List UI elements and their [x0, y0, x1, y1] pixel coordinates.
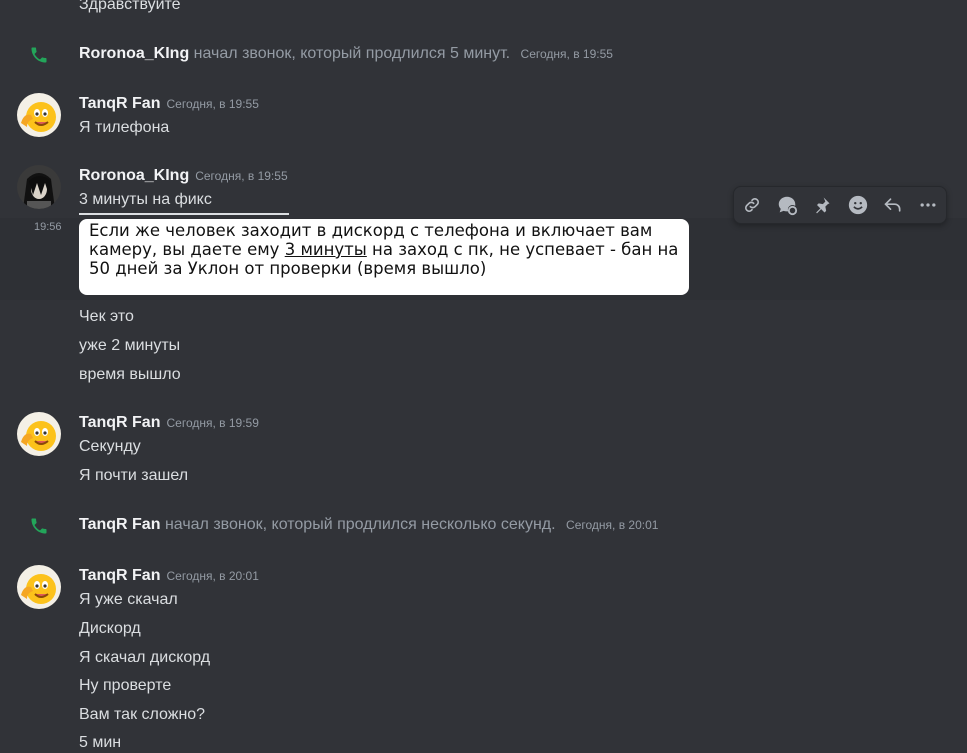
caption-underlined: 3 минуты [284, 240, 367, 259]
message-text: Здравствуйте [79, 0, 181, 13]
avatar[interactable] [17, 93, 61, 137]
call-author[interactable]: Roronoa_KIng [79, 45, 189, 62]
message-text: 3 минуты на фикс [79, 191, 212, 208]
reply-icon[interactable] [879, 191, 907, 219]
pin-icon[interactable] [808, 191, 836, 219]
call-timestamp[interactable]: Сегодня, в 19:55 [521, 47, 613, 61]
message-text: Секунду [79, 438, 141, 455]
message-text: Я почти зашел [79, 467, 189, 484]
message-text: Ну проверте [79, 677, 172, 694]
more-icon[interactable] [914, 191, 942, 219]
message-header: TanqR Fan Сегодня, в 19:59 [79, 413, 259, 433]
image-caption: Если же человек заходит в дискорд с теле… [89, 221, 684, 278]
attached-image[interactable]: Если же человек заходит в дискорд с теле… [79, 219, 689, 295]
message-header: TanqR Fan Сегодня, в 19:55 [79, 94, 259, 114]
message-timestamp[interactable]: Сегодня, в 19:59 [166, 416, 258, 430]
message-header: TanqR Fan Сегодня, в 20:01 [79, 566, 259, 586]
message-text: Я уже скачал [79, 591, 178, 608]
call-author[interactable]: TanqR Fan [79, 516, 160, 533]
message-author[interactable]: TanqR Fan [79, 94, 160, 114]
message-text: Я тилефона [79, 119, 170, 136]
message-timestamp[interactable]: Сегодня, в 19:55 [195, 169, 287, 183]
message-text: уже 2 минуты [79, 337, 181, 354]
message-text: Вам так сложно? [79, 706, 206, 723]
call-system-message: Roronoa_KIng начал звонок, который продл… [79, 44, 613, 64]
message-author[interactable]: TanqR Fan [79, 566, 160, 586]
message-text: Дискорд [79, 620, 141, 637]
message-timestamp[interactable]: Сегодня, в 20:01 [166, 569, 258, 583]
message-text: Чек это [79, 308, 134, 325]
avatar[interactable] [17, 165, 61, 209]
hover-timestamp[interactable]: 19:56 [34, 221, 62, 233]
thread-icon[interactable] [773, 191, 801, 219]
message-timestamp[interactable]: Сегодня, в 19:55 [166, 97, 258, 111]
message-text: время вышло [79, 366, 181, 383]
message-author[interactable]: TanqR Fan [79, 413, 160, 433]
message-toolbar [733, 186, 947, 224]
emoji-icon[interactable] [844, 191, 872, 219]
phone-icon [29, 516, 49, 541]
link-icon[interactable] [738, 191, 766, 219]
message-author[interactable]: Roronoa_KIng [79, 166, 189, 186]
call-text: начал звонок, который продлился нескольк… [164, 516, 556, 533]
call-system-message: TanqR Fan начал звонок, который продлилс… [79, 515, 658, 535]
image-edge [79, 212, 309, 219]
message-text: Я скачал дискорд [79, 649, 211, 666]
message-text: 5 мин [79, 734, 122, 751]
avatar[interactable] [17, 565, 61, 609]
call-text: начал звонок, который продлился 5 минут. [193, 45, 511, 62]
avatar[interactable] [17, 412, 61, 456]
call-timestamp[interactable]: Сегодня, в 20:01 [566, 518, 658, 532]
phone-icon [29, 45, 49, 70]
message-header: Roronoa_KIng Сегодня, в 19:55 [79, 166, 288, 186]
